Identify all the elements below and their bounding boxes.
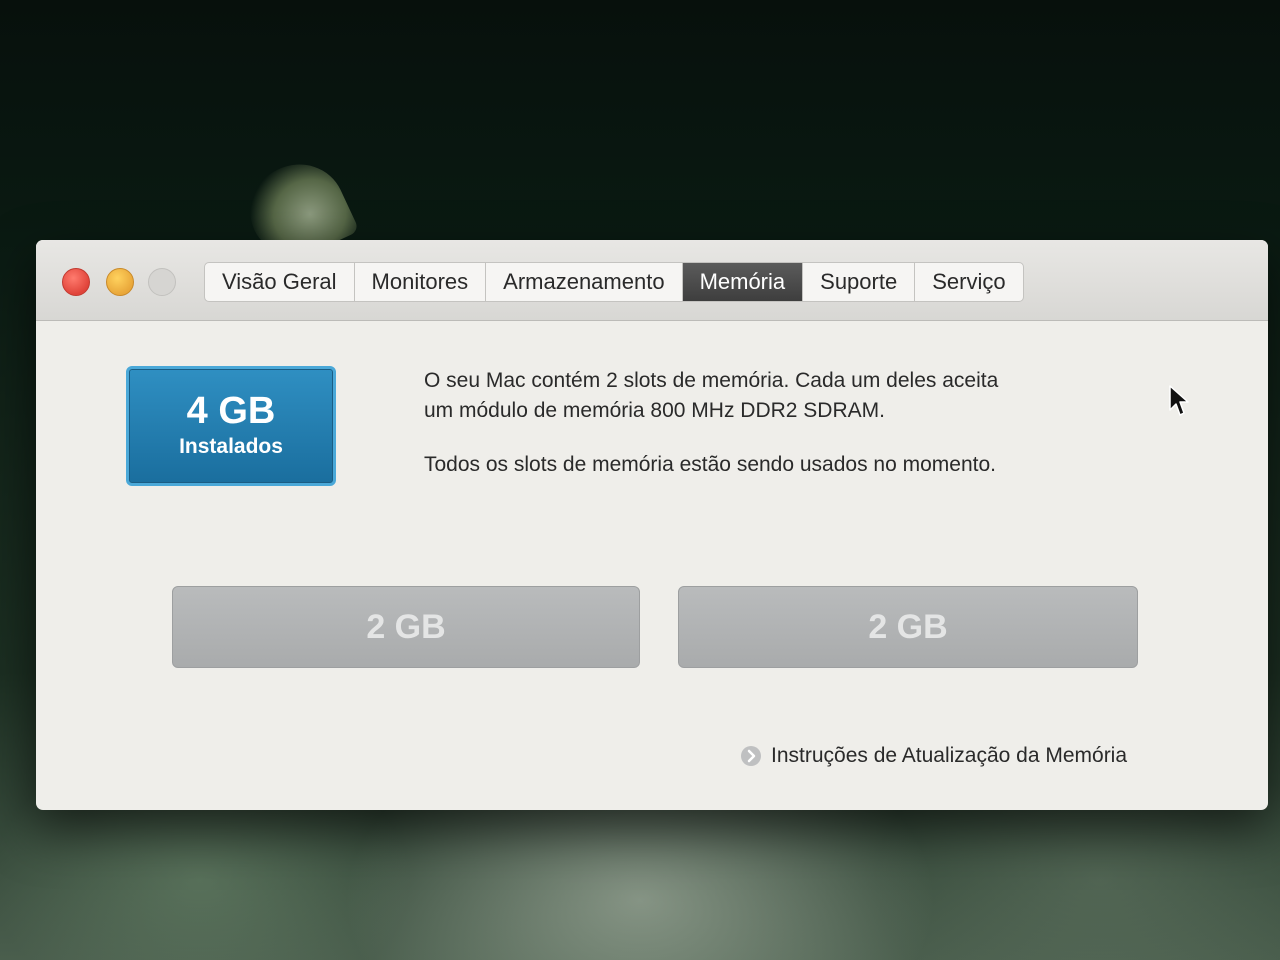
tab-monitores[interactable]: Monitores xyxy=(355,263,487,301)
tab-visao-geral[interactable]: Visão Geral xyxy=(205,263,355,301)
tab-servico[interactable]: Serviço xyxy=(915,263,1022,301)
zoom-button[interactable] xyxy=(148,268,176,296)
installed-memory-size: 4 GB xyxy=(186,390,276,432)
installed-memory-badge: 4 GB Instalados xyxy=(126,366,336,486)
slots-in-use-note: Todos os slots de memória estão sendo us… xyxy=(424,453,996,476)
memory-description: O seu Mac contém 2 slots de memória. Cad… xyxy=(424,366,1104,480)
memory-upgrade-link-label: Instruções de Atualização da Memória xyxy=(771,744,1128,767)
mouse-pointer-icon xyxy=(1169,385,1189,416)
installed-memory-label: Instalados xyxy=(179,435,283,458)
memory-panel: 4 GB Instalados O seu Mac contém 2 slots… xyxy=(36,321,1268,810)
description-line-2: um módulo de memória 800 MHz DDR2 SDRAM. xyxy=(424,399,885,422)
memory-slot-1: 2 GB xyxy=(172,586,640,668)
memory-upgrade-link[interactable]: Instruções de Atualização da Memória xyxy=(741,741,1127,771)
tab-suporte[interactable]: Suporte xyxy=(803,263,916,301)
tab-armazenamento[interactable]: Armazenamento xyxy=(486,263,683,301)
about-this-mac-window: Visão Geral Monitores Armazenamento Memó… xyxy=(36,240,1268,810)
tab-bar: Visão Geral Monitores Armazenamento Memó… xyxy=(204,262,1024,302)
close-button[interactable] xyxy=(62,268,90,296)
description-line-1: O seu Mac contém 2 slots de memória. Cad… xyxy=(424,369,999,392)
minimize-button[interactable] xyxy=(106,268,134,296)
tab-memoria[interactable]: Memória xyxy=(682,263,804,301)
title-bar: Visão Geral Monitores Armazenamento Memó… xyxy=(36,240,1268,321)
arrow-right-circle-icon xyxy=(741,746,761,766)
memory-slot-2: 2 GB xyxy=(678,586,1138,668)
